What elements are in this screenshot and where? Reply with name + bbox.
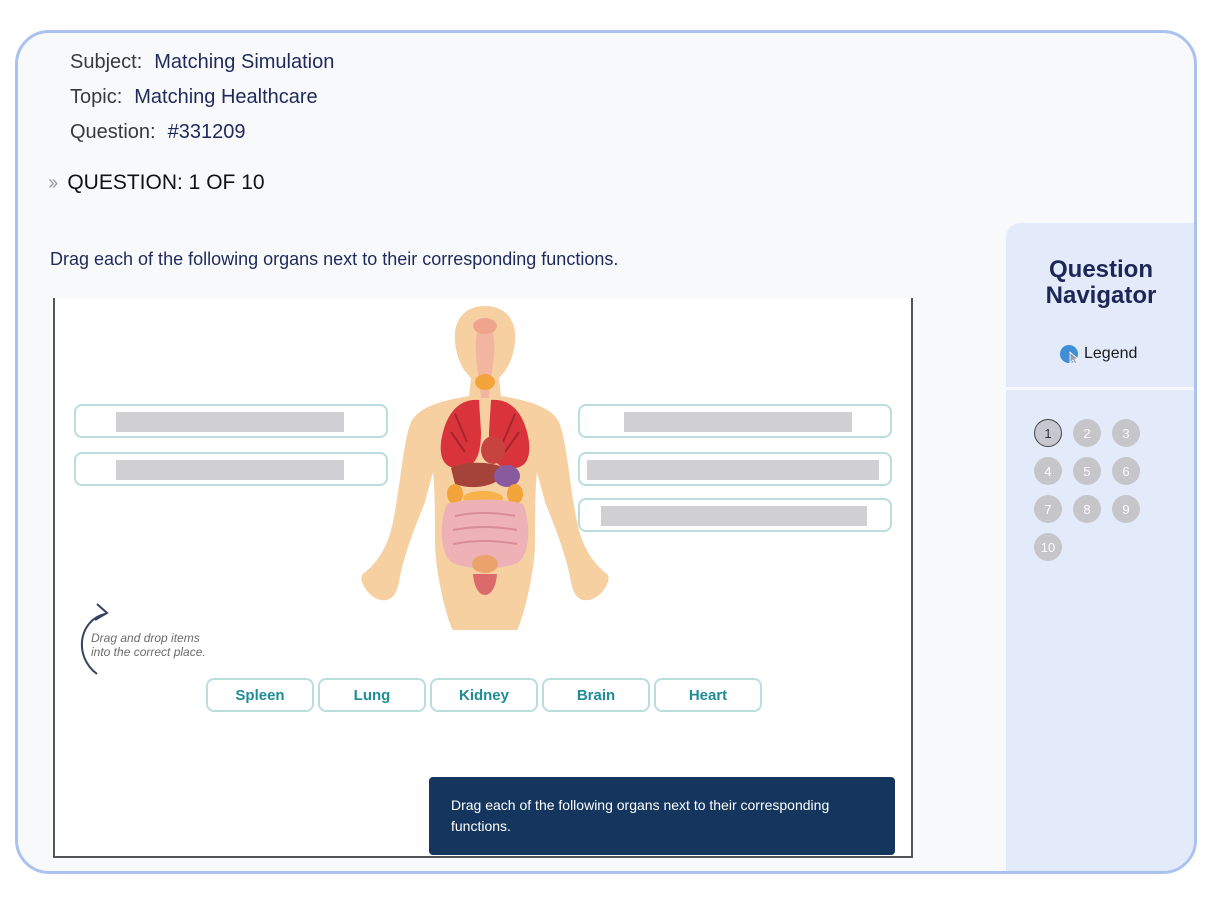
topic-value: Matching Healthcare bbox=[134, 86, 318, 108]
legend-dot-icon bbox=[1060, 345, 1079, 365]
function-text-placeholder bbox=[624, 412, 852, 432]
function-text-placeholder bbox=[116, 460, 344, 480]
question-button-10[interactable]: 10 bbox=[1034, 533, 1062, 561]
subject-row: Subject: Matching Simulation bbox=[70, 51, 334, 74]
option-chip-kidney[interactable]: Kidney bbox=[430, 678, 538, 712]
function-text-placeholder bbox=[116, 412, 344, 432]
instruction-tooltip: Drag each of the following organs next t… bbox=[429, 777, 895, 855]
drop-slot[interactable] bbox=[578, 452, 892, 486]
question-navigator: Question Navigator Legend 1 2 3 4 5 6 7 … bbox=[1006, 223, 1194, 871]
matching-simulation: Drag and drop items into the correct pla… bbox=[53, 298, 913, 858]
option-chip-heart[interactable]: Heart bbox=[654, 678, 762, 712]
option-chip-lung[interactable]: Lung bbox=[318, 678, 426, 712]
question-id-value: #331209 bbox=[167, 121, 246, 143]
double-chevron-icon: ›› bbox=[48, 171, 58, 194]
function-text-placeholder bbox=[601, 506, 867, 526]
question-button-3[interactable]: 3 bbox=[1112, 419, 1140, 447]
question-button-6[interactable]: 6 bbox=[1112, 457, 1140, 485]
question-button-8[interactable]: 8 bbox=[1073, 495, 1101, 523]
question-button-5[interactable]: 5 bbox=[1073, 457, 1101, 485]
subject-label: Subject: bbox=[70, 51, 143, 73]
question-button-2[interactable]: 2 bbox=[1073, 419, 1101, 447]
legend-button[interactable]: Legend bbox=[1060, 345, 1138, 365]
topic-label: Topic: bbox=[70, 86, 123, 108]
topic-row: Topic: Matching Healthcare bbox=[70, 86, 318, 109]
mouse-cursor-icon bbox=[1069, 351, 1079, 365]
question-frame: Subject: Matching Simulation Topic: Matchi… bbox=[15, 30, 1197, 874]
question-instruction: Drag each of the following organs next t… bbox=[50, 249, 619, 269]
legend-label: Legend bbox=[1084, 345, 1138, 362]
draggable-options: Spleen Lung Kidney Brain Heart bbox=[206, 678, 762, 712]
question-id-label: Question: bbox=[70, 121, 156, 143]
function-text-placeholder bbox=[587, 460, 879, 480]
drag-hint-text: Drag and drop items into the correct pla… bbox=[91, 631, 206, 659]
navigator-title: Question Navigator bbox=[1006, 256, 1194, 309]
subject-value: Matching Simulation bbox=[154, 51, 335, 73]
question-id-row: Question: #331209 bbox=[70, 121, 245, 144]
drag-hint-line-1: Drag and drop items bbox=[91, 631, 200, 645]
human-anatomy-illustration bbox=[361, 306, 609, 630]
navigator-title-line-2: Navigator bbox=[1045, 282, 1157, 309]
drag-hint-line-2: into the correct place. bbox=[91, 645, 206, 659]
drop-slot[interactable] bbox=[74, 404, 388, 438]
question-button-9[interactable]: 9 bbox=[1112, 495, 1140, 523]
option-chip-brain[interactable]: Brain bbox=[542, 678, 650, 712]
question-counter-prefix: QUESTION bbox=[67, 171, 178, 194]
drop-slot[interactable] bbox=[578, 404, 892, 438]
question-number-grid: 1 2 3 4 5 6 7 8 9 10 bbox=[1034, 419, 1140, 561]
navigator-divider bbox=[1006, 387, 1194, 390]
drop-slot[interactable] bbox=[578, 498, 892, 532]
navigator-title-line-1: Question bbox=[1048, 256, 1153, 283]
question-button-1[interactable]: 1 bbox=[1034, 419, 1062, 447]
option-chip-spleen[interactable]: Spleen bbox=[206, 678, 314, 712]
question-button-7[interactable]: 7 bbox=[1034, 495, 1062, 523]
question-counter-value: : 1 OF 10 bbox=[177, 171, 265, 194]
question-counter: ›› QUESTION: 1 OF 10 bbox=[48, 171, 265, 195]
drop-slot[interactable] bbox=[74, 452, 388, 486]
question-button-4[interactable]: 4 bbox=[1034, 457, 1062, 485]
